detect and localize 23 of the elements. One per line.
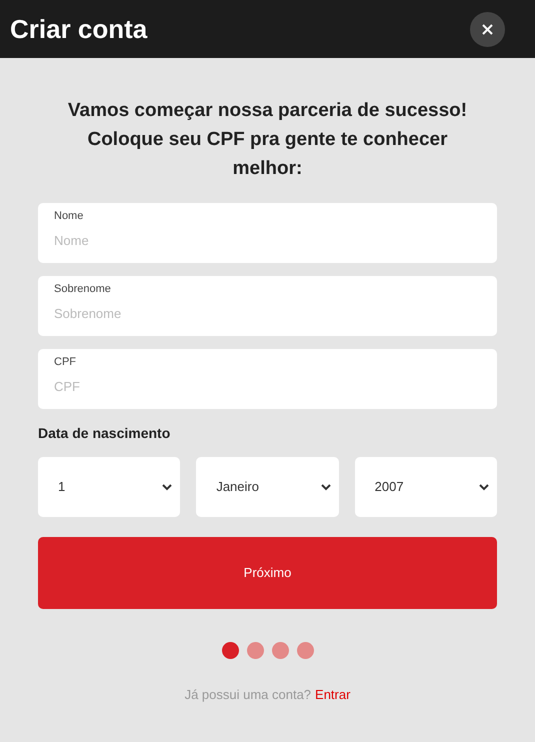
- close-button[interactable]: [470, 12, 505, 46]
- chevron-down-icon: [478, 484, 489, 490]
- input-field[interactable]: Sobrenome: [54, 304, 481, 323]
- text-field[interactable]: CPF CPF: [38, 349, 497, 409]
- input-field[interactable]: CPF: [54, 376, 481, 396]
- close-icon: [482, 24, 493, 34]
- text-field[interactable]: Nome Nome: [38, 203, 497, 263]
- field-label: CPF: [54, 355, 76, 370]
- section-label: Data de nascimento: [38, 424, 172, 443]
- field-label: Nome: [54, 209, 84, 224]
- text-field[interactable]: Sobrenome Sobrenome: [38, 276, 497, 336]
- input-field[interactable]: Nome: [54, 230, 481, 250]
- dropdown[interactable]: Janeiro: [196, 457, 339, 517]
- next-button[interactable]: Próximo: [38, 537, 497, 609]
- field-label: Sobrenome: [54, 282, 111, 297]
- chevron-down-icon: [320, 484, 331, 490]
- intro-text: Vamos começar nossa parceria de sucesso! Coloque seu CPF pra gente te conhecer melhor:: [66, 99, 468, 181]
- window-title: Criar conta: [10, 12, 148, 46]
- chevron-down-icon: [162, 484, 172, 490]
- dropdown[interactable]: 2007: [354, 457, 497, 517]
- login-link[interactable]: Entrar: [315, 685, 350, 704]
- dropdown[interactable]: 1: [38, 457, 180, 517]
- login-prompt: Já possui uma conta?: [184, 686, 312, 704]
